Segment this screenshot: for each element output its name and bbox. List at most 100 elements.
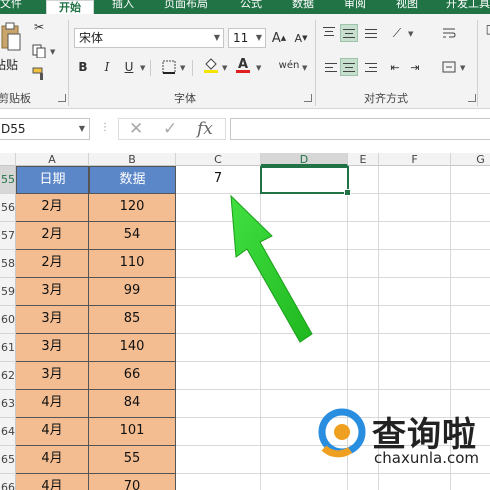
decrease-indent-icon[interactable]: ⇤: [386, 58, 404, 76]
cell-value[interactable]: 85: [89, 306, 176, 334]
cell[interactable]: [348, 362, 379, 390]
cell[interactable]: [379, 166, 451, 194]
column-header-f[interactable]: F: [379, 153, 451, 166]
column-header-b[interactable]: B: [89, 153, 176, 166]
row-header-59[interactable]: 59: [0, 278, 16, 306]
cell[interactable]: [451, 222, 490, 250]
cell-value[interactable]: 70: [89, 474, 176, 490]
cell-date[interactable]: 3月: [16, 362, 89, 390]
cell[interactable]: [176, 250, 261, 278]
cell[interactable]: [261, 194, 348, 222]
copy-dropdown-icon[interactable]: ▼: [50, 48, 55, 56]
cell[interactable]: [348, 306, 379, 334]
cell[interactable]: [261, 306, 348, 334]
underline-button[interactable]: U: [120, 58, 138, 76]
cell[interactable]: [261, 334, 348, 362]
select-all-corner[interactable]: [0, 153, 16, 166]
cell-value[interactable]: 84: [89, 390, 176, 418]
cell-date[interactable]: 4月: [16, 390, 89, 418]
cell[interactable]: [379, 250, 451, 278]
tab-review[interactable]: 审阅: [344, 0, 366, 14]
cell[interactable]: [451, 334, 490, 362]
phonetic-button[interactable]: wén: [276, 56, 302, 74]
tab-file[interactable]: 文件: [0, 0, 22, 14]
align-top-icon[interactable]: [322, 24, 336, 42]
cell[interactable]: [379, 306, 451, 334]
cancel-icon[interactable]: ✕: [129, 119, 143, 139]
align-middle-icon[interactable]: [340, 24, 358, 42]
cell[interactable]: [348, 194, 379, 222]
row-header-61[interactable]: 61: [0, 334, 16, 362]
row-header-65[interactable]: 65: [0, 446, 16, 474]
active-cell-d55[interactable]: [260, 166, 351, 196]
resize-dots-icon[interactable]: ⋮: [100, 122, 110, 133]
cell-value[interactable]: 54: [89, 222, 176, 250]
increase-indent-icon[interactable]: ⇥: [406, 58, 424, 76]
wrap-text-icon[interactable]: [440, 24, 458, 42]
cell[interactable]: [379, 362, 451, 390]
column-header-g[interactable]: G: [451, 153, 490, 166]
format-painter-icon[interactable]: [30, 64, 48, 82]
row-header-60[interactable]: 60: [0, 306, 16, 334]
cell[interactable]: [176, 278, 261, 306]
cut-icon[interactable]: ✂: [30, 18, 48, 36]
number-format-icon[interactable]: ▯: [480, 20, 490, 38]
result-cell-c55[interactable]: 7: [176, 166, 261, 194]
cell[interactable]: [451, 306, 490, 334]
italic-button[interactable]: I: [98, 58, 116, 76]
align-bottom-icon[interactable]: [362, 24, 380, 42]
orientation-dropdown-icon[interactable]: ▼: [408, 30, 413, 38]
align-right-icon[interactable]: [362, 58, 380, 76]
cell[interactable]: [451, 194, 490, 222]
row-header-63[interactable]: 63: [0, 390, 16, 418]
border-icon[interactable]: [160, 58, 178, 76]
orientation-icon[interactable]: ⟋: [388, 24, 406, 42]
cell[interactable]: [176, 446, 261, 474]
cell-date[interactable]: 2月: [16, 222, 89, 250]
cell-value[interactable]: 110: [89, 250, 176, 278]
cell-date[interactable]: 3月: [16, 334, 89, 362]
cell-date[interactable]: 4月: [16, 418, 89, 446]
column-header-c[interactable]: C: [176, 153, 261, 166]
paste-button[interactable]: [0, 22, 22, 52]
cell[interactable]: [451, 362, 490, 390]
cell[interactable]: [379, 474, 451, 490]
align-left-icon[interactable]: [322, 58, 340, 76]
clipboard-launcher-icon[interactable]: [58, 94, 66, 102]
cell-value[interactable]: 66: [89, 362, 176, 390]
fill-color-dropdown-icon[interactable]: ▼: [222, 64, 227, 72]
tab-formulas[interactable]: 公式: [240, 0, 262, 14]
tab-page-layout[interactable]: 页面布局: [164, 0, 208, 14]
font-size-combo[interactable]: 11 ▼: [228, 28, 266, 48]
underline-dropdown-icon[interactable]: ▼: [140, 64, 145, 72]
chevron-down-icon[interactable]: ▼: [256, 29, 262, 47]
cell[interactable]: [379, 194, 451, 222]
cell[interactable]: [379, 222, 451, 250]
cell[interactable]: [176, 222, 261, 250]
cell[interactable]: [348, 278, 379, 306]
insert-function-icon[interactable]: fx: [197, 119, 213, 139]
row-header-55[interactable]: 55: [0, 166, 16, 194]
cell[interactable]: [261, 222, 348, 250]
cell[interactable]: [451, 278, 490, 306]
align-center-icon[interactable]: [340, 58, 358, 76]
cell-date[interactable]: 3月: [16, 306, 89, 334]
fill-color-icon[interactable]: [202, 56, 220, 74]
border-dropdown-icon[interactable]: ▼: [180, 64, 185, 72]
cell[interactable]: [348, 334, 379, 362]
column-header-e[interactable]: E: [348, 153, 379, 166]
cell[interactable]: [451, 474, 490, 490]
cell-date[interactable]: 2月: [16, 250, 89, 278]
name-box[interactable]: D55 ▼: [0, 118, 90, 140]
cell-value[interactable]: 101: [89, 418, 176, 446]
header-cell-data[interactable]: 数据: [89, 166, 176, 194]
font-name-combo[interactable]: 宋体 ▼: [74, 28, 224, 48]
row-header-64[interactable]: 64: [0, 418, 16, 446]
increase-font-icon[interactable]: A ▲: [270, 29, 288, 47]
cell-date[interactable]: 2月: [16, 194, 89, 222]
decrease-font-icon[interactable]: A ▼: [292, 29, 310, 47]
cell[interactable]: [261, 474, 348, 490]
copy-icon[interactable]: [30, 42, 48, 60]
merge-center-icon[interactable]: [440, 58, 458, 76]
cell[interactable]: [379, 334, 451, 362]
